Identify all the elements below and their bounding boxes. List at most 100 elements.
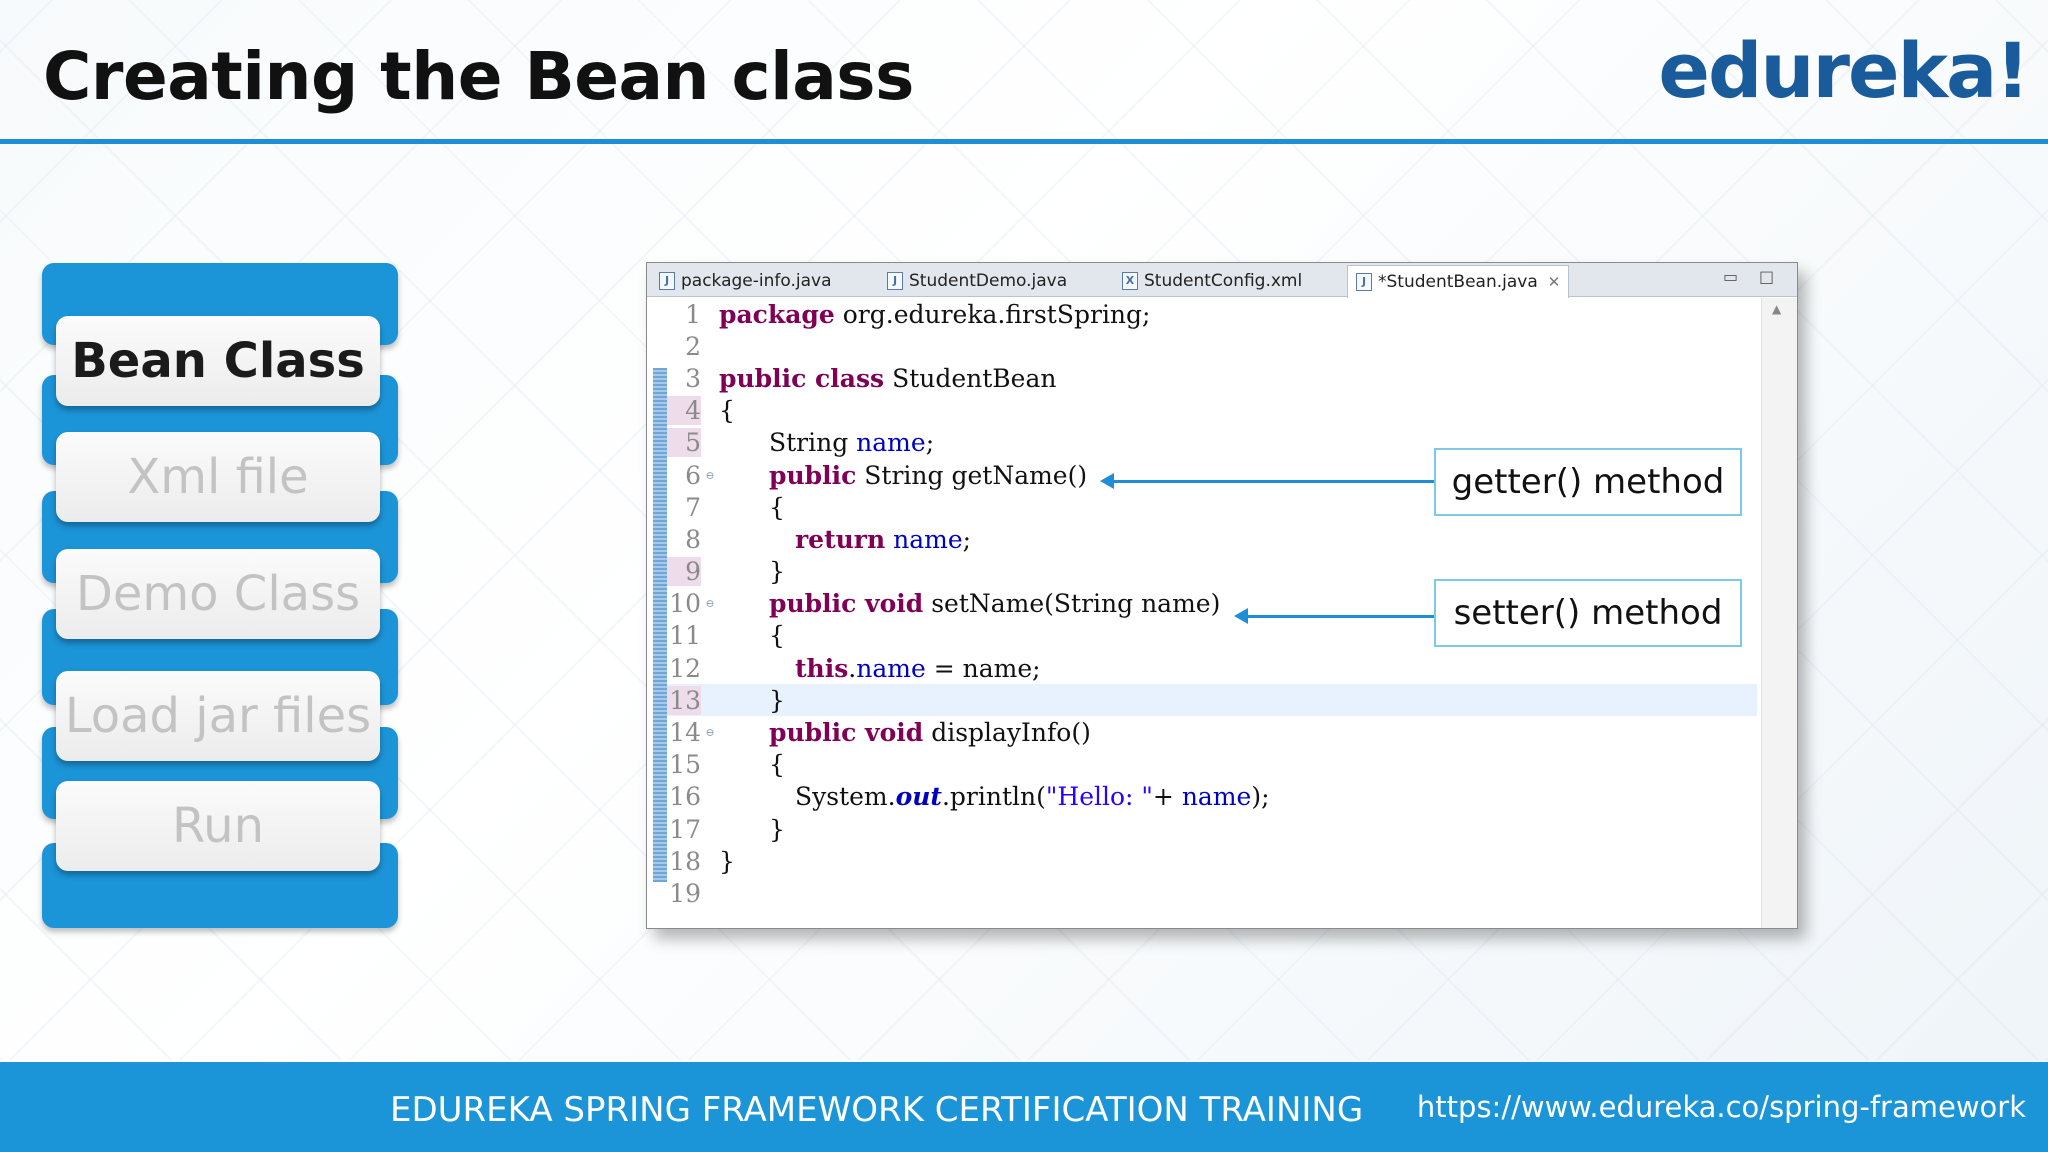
java-file-icon: J <box>1356 273 1372 291</box>
code-line: 8 return name; <box>667 523 1757 555</box>
fold-icon[interactable]: ⊖ <box>701 597 719 610</box>
line-number: 17 <box>669 814 701 844</box>
close-icon[interactable]: ✕ <box>1548 273 1561 291</box>
tab-student-config[interactable]: X StudentConfig.xml <box>1122 265 1302 297</box>
code-token: .println( <box>941 782 1046 812</box>
minimize-icon[interactable]: ▭ <box>1723 267 1738 286</box>
code-token: public class <box>719 363 885 393</box>
course-url[interactable]: https://www.edureka.co/spring-framework <box>1417 1090 2026 1124</box>
code-token: { <box>769 621 785 651</box>
line-number: 3 <box>685 363 701 393</box>
code-line: 14 ⊖ public void displayInfo() <box>667 716 1757 748</box>
edureka-logo: edureka! <box>1658 26 2030 115</box>
line-number: 4 <box>667 396 701 426</box>
line-number: 9 <box>667 557 701 587</box>
code-token: } <box>719 846 735 876</box>
code-token: public void <box>769 718 924 748</box>
getter-arrow <box>1100 473 1434 489</box>
code-token: name <box>893 524 963 554</box>
maximize-icon[interactable]: □ <box>1759 267 1774 286</box>
code-token: + <box>1152 782 1182 812</box>
line-number: 12 <box>669 653 701 683</box>
line-number: 5 <box>667 428 701 458</box>
footer-bar: EDUREKA SPRING FRAMEWORK CERTIFICATION T… <box>0 1062 2048 1152</box>
tab-label: StudentDemo.java <box>909 271 1068 291</box>
line-number: 6 <box>685 460 701 490</box>
change-marker-bar <box>653 368 667 882</box>
setter-arrow <box>1234 608 1434 624</box>
code-line: 16 System.out.println("Hello: "+ name); <box>667 781 1757 813</box>
line-number: 2 <box>685 331 701 361</box>
line-number: 10 <box>669 589 701 619</box>
sidebar-item-run[interactable]: Run <box>56 781 380 871</box>
line-number: 16 <box>669 782 701 812</box>
code-token: ; <box>925 428 935 458</box>
code-token: name <box>856 428 926 458</box>
code-token: } <box>769 814 785 844</box>
code-token: { <box>769 750 785 780</box>
line-number: 18 <box>669 846 701 876</box>
java-file-icon: J <box>887 272 903 290</box>
code-token: } <box>769 557 785 587</box>
code-token: displayInfo() <box>923 718 1091 748</box>
xml-file-icon: X <box>1122 272 1138 290</box>
vertical-scrollbar[interactable]: ▲ <box>1761 298 1797 928</box>
code-token: return <box>795 524 886 554</box>
code-token: System. <box>795 782 896 812</box>
sidebar-item-bean-class[interactable]: Bean Class <box>56 316 380 406</box>
editor-tab-bar: J package-info.java J StudentDemo.java X… <box>647 263 1797 298</box>
code-token: } <box>769 685 785 715</box>
code-token: org.edureka.firstSpring; <box>834 299 1151 329</box>
getter-callout: getter() method <box>1434 448 1742 516</box>
code-token: this <box>795 653 849 683</box>
code-token: name <box>856 653 926 683</box>
slide-title: Creating the Bean class <box>43 38 914 115</box>
line-number: 7 <box>685 492 701 522</box>
code-token: public void <box>769 589 924 619</box>
tab-student-bean[interactable]: J *StudentBean.java ✕ <box>1347 265 1570 298</box>
code-token: = name; <box>925 653 1041 683</box>
code-token: out <box>895 782 942 812</box>
code-token: { <box>719 396 735 426</box>
tab-label: *StudentBean.java <box>1378 272 1538 292</box>
fold-icon[interactable]: ⊖ <box>701 726 719 739</box>
scroll-up-icon[interactable]: ▲ <box>1772 302 1781 316</box>
code-line-current: 13 } <box>667 684 1757 717</box>
tab-label: package-info.java <box>681 271 832 291</box>
code-line: 12 this.name = name; <box>667 652 1757 684</box>
code-line: 2 <box>667 330 1757 362</box>
setter-callout: setter() method <box>1434 579 1742 647</box>
header-divider <box>0 139 2048 144</box>
line-number: 19 <box>669 878 701 908</box>
code-token: "Hello: " <box>1045 782 1153 812</box>
tab-label: StudentConfig.xml <box>1144 271 1303 291</box>
sidebar-item-demo-class[interactable]: Demo Class <box>56 549 380 639</box>
code-line: 1 package org.edureka.firstSpring; <box>667 298 1757 330</box>
line-number: 15 <box>669 750 701 780</box>
java-file-icon: J <box>659 272 675 290</box>
sidebar-item-xml-file[interactable]: Xml file <box>56 432 380 522</box>
code-token: StudentBean <box>884 363 1057 393</box>
code-token: public <box>769 460 857 490</box>
line-number: 14 <box>669 718 701 748</box>
code-token: ); <box>1251 782 1270 812</box>
code-token: ; <box>962 524 972 554</box>
tab-package-info[interactable]: J package-info.java <box>659 265 832 297</box>
sidebar-nav: Bean Class Xml file Demo Class Load jar … <box>42 263 398 928</box>
code-line: 17 } <box>667 813 1757 845</box>
code-token: package <box>719 299 835 329</box>
code-line: 4 { <box>667 395 1757 427</box>
sidebar-item-load-jar-files[interactable]: Load jar files <box>56 671 380 761</box>
line-number: 11 <box>669 621 701 651</box>
code-line: 3 public class StudentBean <box>667 362 1757 394</box>
code-token: setName(String name) <box>923 589 1221 619</box>
line-number: 8 <box>685 524 701 554</box>
line-number: 1 <box>685 299 701 329</box>
fold-icon[interactable]: ⊖ <box>701 469 719 482</box>
code-token: String <box>769 428 857 458</box>
code-line: 19 <box>667 877 1757 909</box>
tab-student-demo[interactable]: J StudentDemo.java <box>887 265 1067 297</box>
code-token: name <box>1181 782 1252 812</box>
code-token: { <box>769 492 785 522</box>
code-line: 18 } <box>667 845 1757 877</box>
